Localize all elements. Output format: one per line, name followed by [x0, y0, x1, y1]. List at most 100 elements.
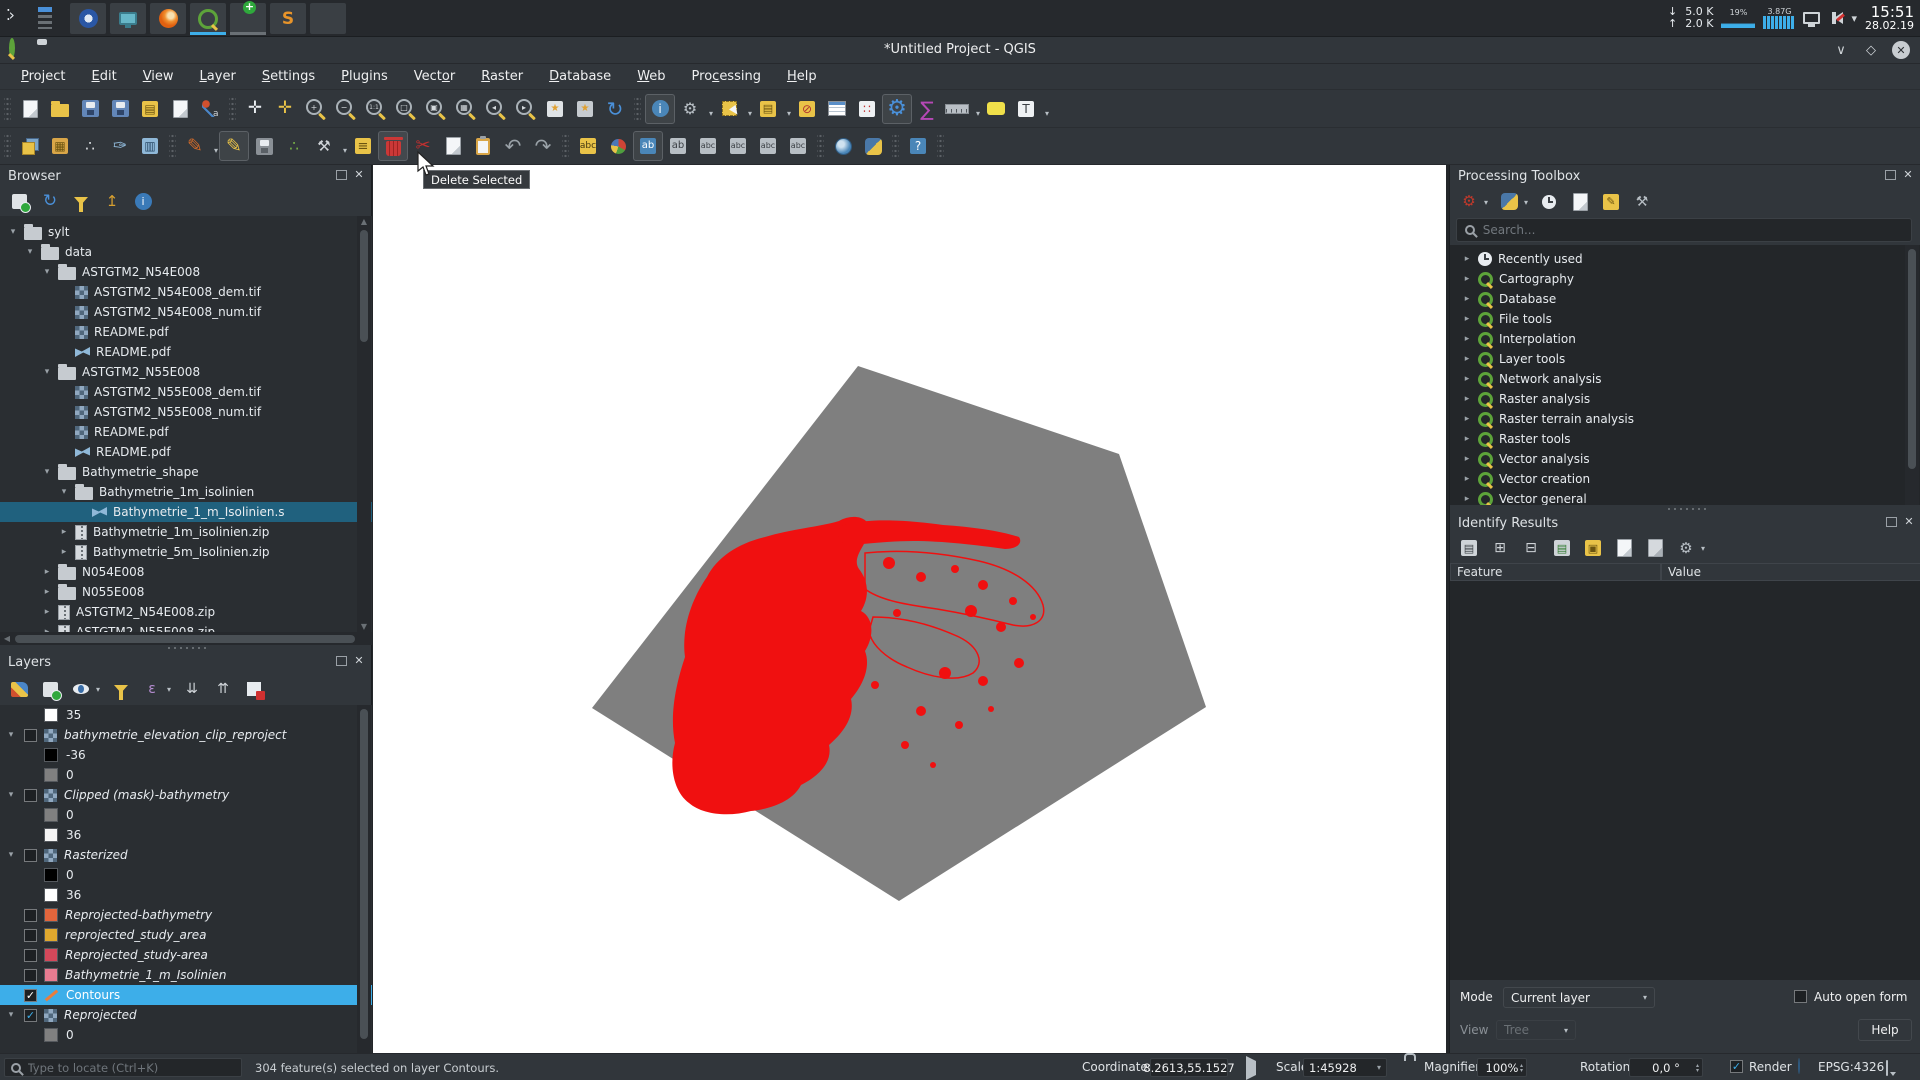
browser-item-bathymetrie-shape[interactable]: ▾Bathymetrie_shape [0, 462, 372, 482]
browser-item-astgtm2-n55e008[interactable]: ▾ASTGTM2_N55E008 [0, 362, 372, 382]
coordinate-field[interactable]: 8.2613,55.1527 [1150, 1058, 1228, 1077]
identify-column-value[interactable]: Value [1661, 563, 1920, 581]
tree-arrow-icon[interactable]: ▾ [8, 227, 18, 237]
layer-row-reprojected-study-area[interactable]: reprojected_study_area [0, 925, 372, 945]
menu-project[interactable]: Project [10, 66, 77, 87]
chevron-down-icon[interactable]: ▾ [167, 685, 171, 694]
menu-help[interactable]: Help [776, 66, 828, 87]
help-button[interactable]: Help [1858, 1019, 1912, 1041]
layers-vscrollbar[interactable] [357, 705, 371, 1053]
identify-form-view-button[interactable]: ▤ [1458, 537, 1480, 559]
legend-swatch-row[interactable]: -36 [0, 745, 372, 765]
browser-float-icon[interactable] [336, 170, 347, 180]
chevron-down-icon[interactable]: ▾ [343, 146, 347, 155]
chevron-down-icon[interactable]: ▾ [1045, 109, 1049, 118]
window-shade-icon[interactable]: ∨ [1832, 41, 1850, 59]
layout-manager-button[interactable] [165, 94, 195, 124]
processing-category-vector-analysis[interactable]: ▸Vector analysis [1450, 449, 1920, 469]
identify-close-icon[interactable]: ✕ [1903, 517, 1915, 527]
processing-category-database[interactable]: ▸Database [1450, 289, 1920, 309]
edit-features-in-place-button[interactable]: ✎ [1600, 191, 1622, 213]
layer-visibility-checkbox[interactable] [24, 729, 37, 742]
new-print-layout-button[interactable]: ▤ [135, 94, 165, 124]
browser-item-bathymetrie-1m-isolinien-zip[interactable]: ▸Bathymetrie_1m_isolinien.zip [0, 522, 372, 542]
rotate-label-button[interactable]: abc [753, 131, 783, 161]
tree-arrow-icon[interactable]: ▸ [1462, 494, 1472, 504]
processing-toolbox-toggle-button[interactable]: ⚙ [882, 94, 912, 124]
tree-arrow-icon[interactable]: ▸ [1462, 254, 1472, 264]
volume-muted-icon[interactable] [1828, 12, 1843, 24]
tree-arrow-icon[interactable]: ▾ [42, 267, 52, 277]
zoom-to-selection-button[interactable]: ▦ [450, 94, 480, 124]
new-project-button[interactable] [15, 94, 45, 124]
processing-close-icon[interactable]: ✕ [1902, 170, 1914, 180]
toolbar-handle[interactable] [892, 133, 899, 159]
cpu-graph-icon[interactable] [1721, 17, 1755, 28]
expand-results-tree-button[interactable]: ⊞ [1489, 537, 1511, 559]
processing-float-icon[interactable] [1885, 170, 1896, 180]
chevron-down-icon[interactable]: ▾ [1524, 198, 1528, 207]
layer-row-bathymetrie-elevation-clip-reproject[interactable]: ▾bathymetrie_elevation_clip_reproject [0, 725, 372, 745]
tree-arrow-icon[interactable]: ▾ [6, 730, 16, 740]
app-slot-2[interactable] [310, 3, 346, 34]
tree-arrow-icon[interactable]: ▸ [42, 607, 52, 617]
legend-swatch-row[interactable]: 0 [0, 765, 372, 785]
zoom-in-button[interactable]: + [300, 94, 330, 124]
identify-mode-combo[interactable]: Current layer▾ [1503, 987, 1655, 1008]
refresh-map-button[interactable]: ↻ [600, 94, 630, 124]
processing-scripts-button[interactable]: ▾ [1498, 191, 1520, 213]
toggle-editing-button[interactable]: ✎ [219, 131, 249, 161]
map-canvas[interactable] [373, 165, 1446, 1053]
legend-swatch-row[interactable]: 36 [0, 885, 372, 905]
tree-arrow-icon[interactable]: ▸ [1462, 394, 1472, 404]
identify-settings-button[interactable]: ⚙▾ [1675, 537, 1697, 559]
processing-options-button[interactable]: ⚒ [1631, 191, 1653, 213]
zoom-out-button[interactable]: − [330, 94, 360, 124]
layers-close-icon[interactable]: ✕ [353, 656, 365, 666]
change-label-properties-button[interactable]: abc [783, 131, 813, 161]
menu-settings[interactable]: Settings [251, 66, 326, 87]
zoom-last-button[interactable]: ◂ [480, 94, 510, 124]
processing-vscrollbar[interactable] [1905, 245, 1919, 505]
crs-value[interactable]: EPSG:4326 [1818, 1060, 1884, 1074]
save-project-button[interactable] [75, 94, 105, 124]
chevron-down-icon[interactable]: ▾ [1701, 544, 1705, 553]
layer-visibility-checkbox[interactable] [24, 969, 37, 982]
browser-close-icon[interactable]: ✕ [353, 170, 365, 180]
browser-item-bathymetrie-1-m-isolinien-s[interactable]: Bathymetrie_1_m_Isolinien.s [0, 502, 372, 522]
show-statistical-summary-button[interactable]: ∑ [912, 94, 942, 124]
app-launcher-icon[interactable]: ⁚› [6, 6, 36, 32]
layer-visibility-checkbox[interactable] [24, 949, 37, 962]
toolbar-handle[interactable] [4, 133, 11, 159]
toolbar-handle[interactable] [4, 96, 11, 122]
tree-arrow-icon[interactable]: ▸ [1462, 294, 1472, 304]
app-qgis[interactable] [190, 3, 226, 34]
app-chromium[interactable] [70, 3, 106, 34]
expand-all-layers-button[interactable]: ⇊ [181, 678, 203, 700]
chevron-down-icon[interactable]: ▾ [96, 685, 100, 694]
open-layer-styling-panel-button[interactable] [8, 678, 30, 700]
tree-arrow-icon[interactable]: ▸ [1462, 414, 1472, 424]
extents-toggle-icon[interactable] [1246, 1061, 1261, 1075]
tree-arrow-icon[interactable]: ▾ [59, 487, 69, 497]
window-maximize-icon[interactable]: ◇ [1862, 41, 1880, 59]
processing-category-vector-general[interactable]: ▸Vector general [1450, 489, 1920, 505]
browser-item-n055e008[interactable]: ▸N055E008 [0, 582, 372, 602]
deselect-features-button[interactable]: ⊘ [792, 94, 822, 124]
tree-arrow-icon[interactable]: ▸ [42, 587, 52, 597]
legend-swatch-row[interactable]: 0 [0, 805, 372, 825]
toolbar-handle[interactable] [562, 133, 569, 159]
identify-column-feature[interactable]: Feature [1450, 563, 1661, 581]
processing-category-cartography[interactable]: ▸Cartography [1450, 269, 1920, 289]
panel-splitter[interactable] [1450, 505, 1920, 512]
remove-layer-button[interactable] [243, 678, 265, 700]
processing-category-recently-used[interactable]: ▸Recently used [1450, 249, 1920, 269]
chevron-down-icon[interactable]: ▾ [748, 109, 752, 118]
processing-search-input[interactable] [1483, 223, 1903, 237]
save-project-as-button[interactable] [105, 94, 135, 124]
browser-item-readme-pdf[interactable]: README.pdf [0, 442, 372, 462]
toolbar-handle[interactable] [937, 133, 944, 159]
menu-vector[interactable]: Vector [403, 66, 466, 87]
processing-category-raster-analysis[interactable]: ▸Raster analysis [1450, 389, 1920, 409]
legend-swatch-row[interactable]: 0 [0, 865, 372, 885]
